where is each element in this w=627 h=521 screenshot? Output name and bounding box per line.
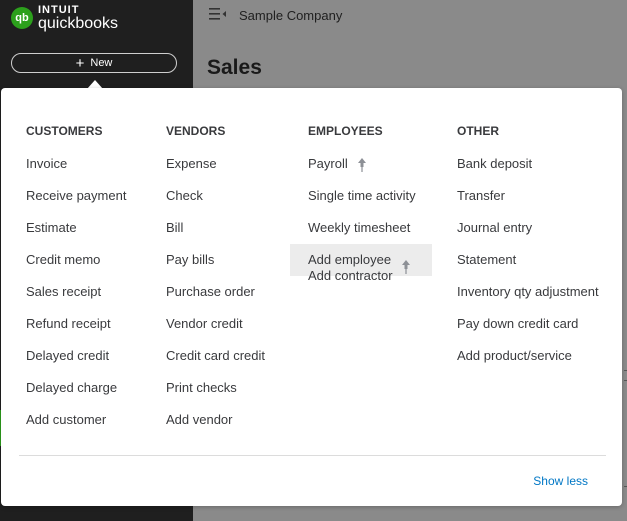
menu-item-print-checks[interactable]: Print checks bbox=[166, 380, 265, 412]
menu-item-purchase-order[interactable]: Purchase order bbox=[166, 284, 265, 316]
menu-item-invoice[interactable]: Invoice bbox=[26, 156, 126, 188]
menu-item-transfer[interactable]: Transfer bbox=[457, 188, 599, 220]
menu-item-delayed-credit[interactable]: Delayed credit bbox=[26, 348, 126, 380]
menu-item-vendor-credit[interactable]: Vendor credit bbox=[166, 316, 265, 348]
top-bar: Sample Company bbox=[193, 0, 627, 30]
background-edge-marks bbox=[622, 360, 627, 500]
pin-icon bbox=[357, 157, 367, 172]
menu-column-other: OTHER Bank deposit Transfer Journal entr… bbox=[457, 124, 599, 380]
menu-item-check[interactable]: Check bbox=[166, 188, 265, 220]
column-heading: EMPLOYEES bbox=[308, 124, 383, 138]
menu-item-journal-entry[interactable]: Journal entry bbox=[457, 220, 599, 252]
plus-icon: + bbox=[75, 54, 85, 72]
show-less-link[interactable]: Show less bbox=[533, 474, 588, 488]
menu-item-label: Add employee bbox=[308, 252, 392, 267]
menu-item-estimate[interactable]: Estimate bbox=[26, 220, 126, 252]
menu-item-sales-receipt[interactable]: Sales receipt bbox=[26, 284, 126, 316]
menu-collapse-icon[interactable] bbox=[209, 7, 229, 23]
page-title: Sales bbox=[207, 56, 262, 79]
brand[interactable]: qb INTUIT quickbooks bbox=[11, 4, 118, 32]
menu-column-employees: EMPLOYEES Payroll Single time activity W… bbox=[290, 124, 432, 300]
menu-item-expense[interactable]: Expense bbox=[166, 156, 265, 188]
menu-item-bank-deposit[interactable]: Bank deposit bbox=[457, 156, 599, 188]
menu-item-delayed-charge[interactable]: Delayed charge bbox=[26, 380, 126, 412]
menu-item-bill[interactable]: Bill bbox=[166, 220, 265, 252]
new-menu-dropdown: CUSTOMERS Invoice Receive payment Estima… bbox=[1, 88, 622, 506]
menu-item-statement[interactable]: Statement bbox=[457, 252, 599, 284]
menu-item-add-customer[interactable]: Add customer bbox=[26, 412, 126, 444]
menu-item-credit-card-credit[interactable]: Credit card credit bbox=[166, 348, 265, 380]
menu-item-credit-memo[interactable]: Credit memo bbox=[26, 252, 126, 284]
menu-item-payroll[interactable]: Payroll bbox=[308, 156, 432, 188]
menu-column-vendors: VENDORS Expense Check Bill Pay bills Pur… bbox=[166, 124, 265, 444]
menu-item-refund-receipt[interactable]: Refund receipt bbox=[26, 316, 126, 348]
menu-item-receive-payment[interactable]: Receive payment bbox=[26, 188, 126, 220]
menu-column-customers: CUSTOMERS Invoice Receive payment Estima… bbox=[26, 124, 126, 444]
menu-item-label: Payroll bbox=[308, 156, 348, 171]
new-button[interactable]: + New bbox=[11, 53, 177, 73]
company-name: Sample Company bbox=[239, 7, 343, 23]
column-heading: VENDORS bbox=[166, 124, 226, 138]
brand-name: quickbooks bbox=[38, 15, 119, 32]
brand-wordmark: INTUIT quickbooks bbox=[38, 4, 118, 32]
menu-item-add-product-service[interactable]: Add product/service bbox=[457, 348, 599, 380]
menu-item-add-contractor[interactable]: Add contractor bbox=[308, 268, 432, 300]
menu-divider bbox=[19, 455, 606, 456]
menu-item-pay-bills[interactable]: Pay bills bbox=[166, 252, 265, 284]
new-button-label: New bbox=[90, 57, 113, 69]
pin-icon bbox=[401, 254, 411, 274]
menu-item-inventory-qty-adjustment[interactable]: Inventory qty adjustment bbox=[457, 284, 599, 316]
column-heading: OTHER bbox=[457, 124, 499, 138]
menu-item-single-time-activity[interactable]: Single time activity bbox=[308, 188, 432, 220]
quickbooks-logo-icon: qb bbox=[11, 7, 33, 29]
menu-item-add-vendor[interactable]: Add vendor bbox=[166, 412, 265, 444]
column-heading: CUSTOMERS bbox=[26, 124, 103, 138]
menu-item-pay-down-credit-card[interactable]: Pay down credit card bbox=[457, 316, 599, 348]
